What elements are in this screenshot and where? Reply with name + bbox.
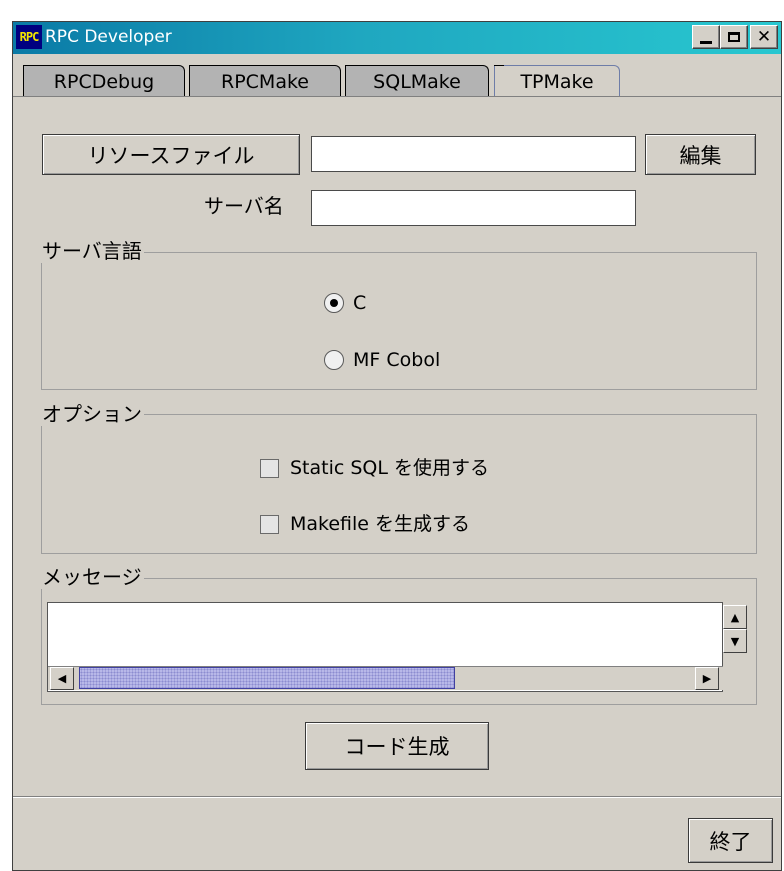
title-bar[interactable]: RPC RPC Developer ✕ (13, 22, 781, 54)
server-name-label: サーバ名 (204, 194, 284, 218)
radio-mf-cobol-label[interactable]: MF Cobol (353, 348, 440, 372)
window-title: RPC Developer (45, 27, 172, 47)
server-language-legend: サーバ言語 (40, 239, 144, 263)
minimize-button[interactable] (692, 25, 720, 49)
arrow-down-icon: ▼ (730, 634, 740, 648)
radio-c[interactable] (324, 293, 344, 313)
radio-mf-cobol[interactable] (324, 350, 344, 370)
radio-selected-dot (330, 299, 338, 307)
scroll-left-button[interactable]: ◀ (50, 667, 74, 690)
makefile-checkbox[interactable] (260, 515, 279, 534)
messages-content (48, 603, 722, 611)
scroll-right-button[interactable]: ▶ (695, 667, 719, 690)
arrow-left-icon: ◀ (57, 672, 67, 685)
static-sql-checkbox[interactable] (260, 459, 279, 478)
scroll-down-button[interactable]: ▼ (723, 629, 747, 653)
tab-tpmake[interactable]: TPMake (494, 65, 620, 97)
minimize-icon (700, 40, 712, 44)
arrow-up-icon: ▲ (730, 610, 740, 624)
scroll-up-button[interactable]: ▲ (723, 605, 747, 629)
radio-c-label[interactable]: C (353, 291, 366, 315)
rpc-developer-window: RPC RPC Developer ✕ RPCDebug RPCMake SQL… (12, 21, 782, 871)
exit-button[interactable]: 終了 (688, 818, 773, 863)
static-sql-label[interactable]: Static SQL を使用する (290, 456, 489, 480)
horizontal-scroll-thumb[interactable] (79, 667, 455, 689)
generate-code-button[interactable]: コード生成 (305, 722, 489, 770)
arrow-right-icon: ▶ (702, 672, 712, 685)
maximize-button[interactable] (720, 25, 748, 49)
tab-sqlmake[interactable]: SQLMake (345, 65, 489, 97)
server-name-field[interactable] (311, 190, 636, 226)
tab-rpcmake[interactable]: RPCMake (189, 65, 341, 97)
close-icon: ✕ (756, 26, 772, 47)
app-icon: RPC (16, 25, 42, 49)
tab-panel-border (13, 96, 781, 97)
resource-file-button[interactable]: リソースファイル (42, 134, 300, 175)
makefile-label[interactable]: Makefile を生成する (290, 512, 470, 536)
resource-file-field[interactable] (311, 136, 636, 172)
tab-rpcdebug[interactable]: RPCDebug (23, 65, 185, 97)
edit-button[interactable]: 編集 (645, 134, 756, 175)
maximize-icon (728, 32, 740, 42)
close-button[interactable]: ✕ (750, 25, 778, 49)
messages-legend: メッセージ (40, 565, 144, 589)
options-legend: オプション (40, 402, 144, 426)
